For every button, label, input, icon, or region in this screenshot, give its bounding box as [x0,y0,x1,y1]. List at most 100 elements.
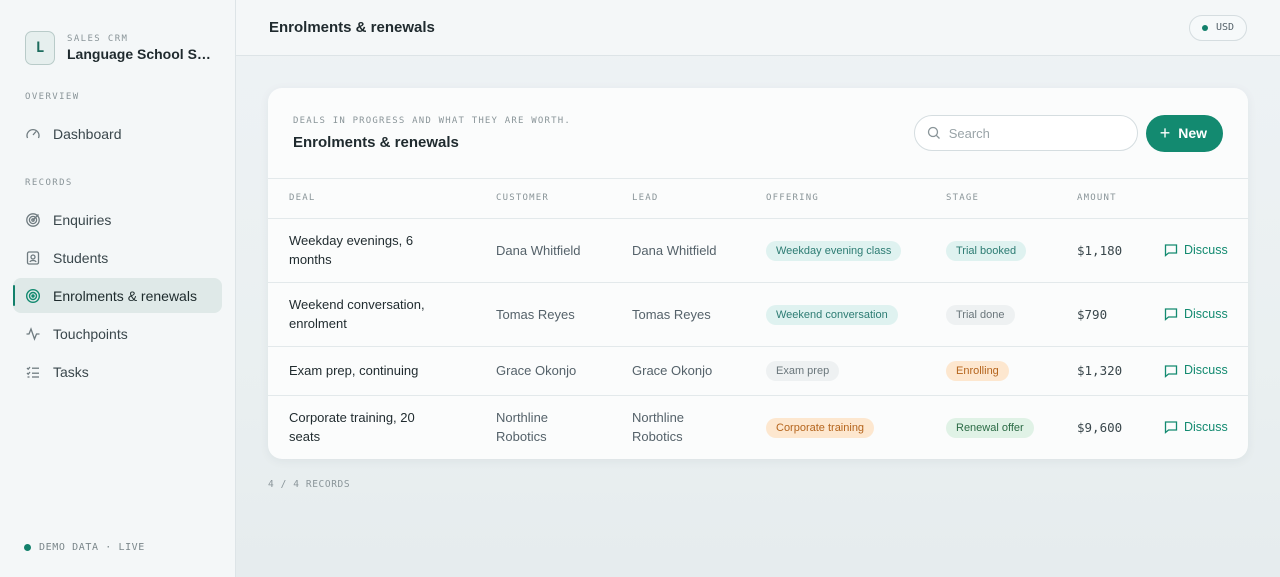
comment-icon [1164,364,1178,378]
stage-cell: Renewal offer [946,395,1077,459]
column-header-stage[interactable]: STAGE [946,179,1077,219]
customer-cell: Tomas Reyes [496,282,632,347]
card-actions: + New [913,114,1223,152]
table-row[interactable]: Weekday evenings, 6 months Dana Whitfiel… [268,218,1248,283]
column-header-actions [1164,179,1248,219]
brand-kicker: SALES CRM [67,34,129,44]
sidebar-item-label: Dashboard [53,125,122,142]
stage-badge: Enrolling [946,361,1009,381]
offering-cell: Weekday evening class [766,218,946,283]
new-button-label: New [1178,125,1207,141]
nav-section-records: RECORDS [25,178,73,188]
sidebar-item-touchpoints[interactable]: Touchpoints [13,316,222,351]
column-header-lead[interactable]: LEAD [632,179,766,219]
deal-name: Weekend conversation, enrolment [289,297,425,331]
deal-cell[interactable]: Weekend conversation, enrolment [268,282,496,347]
sidebar-item-label: Enrolments & renewals [53,287,197,304]
column-header-offering[interactable]: OFFERING [766,179,946,219]
activity-icon [25,326,41,342]
sidebar-item-label: Students [53,249,109,266]
amount-cell: $1,180 [1077,218,1164,283]
table-row[interactable]: Corporate training, 20 seats Northline R… [268,395,1248,459]
deal-name: Weekday evenings, 6 months [289,233,414,267]
amount-cell: $9,600 [1077,419,1123,435]
customer-name: Northline Robotics [496,410,549,445]
discuss-label: Discuss [1184,242,1228,257]
actions-cell: Discuss [1164,395,1248,459]
deals-table: DEAL CUSTOMER LEAD OFFERING STAGE AMOUNT… [268,179,1248,459]
column-header-amount[interactable]: AMOUNT [1077,179,1164,219]
deal-name: Corporate training, 20 seats [289,410,415,445]
nav-section-overview: OVERVIEW [25,92,80,102]
discuss-button[interactable]: Discuss [1164,361,1248,380]
sidebar-item-label: Touchpoints [53,325,128,342]
lead-name: Northline Robotics [632,410,685,445]
sidebar-item-students[interactable]: Students [13,240,222,275]
discuss-button[interactable]: Discuss [1164,305,1248,324]
table-header-row: DEAL CUSTOMER LEAD OFFERING STAGE AMOUNT [268,179,1248,219]
currency-dot [1201,24,1208,31]
discuss-button[interactable]: Discuss [1164,241,1248,260]
target-icon [25,212,41,228]
stage-cell: Enrolling [946,346,1077,396]
table-row[interactable]: Exam prep, continuing Grace Okonjo Grace… [268,346,1248,396]
table-row[interactable]: Weekend conversation, enrolment Tomas Re… [268,282,1248,347]
stage-badge: Renewal offer [946,417,1034,438]
search-input[interactable] [948,125,1119,141]
discuss-button[interactable]: Discuss [1164,418,1248,437]
brand-name: Language School Sal… [67,46,213,62]
amount-cell: $1,320 [1077,346,1164,396]
currency-selector[interactable]: USD [1188,14,1247,41]
sidebar-item-label: Enquiries [53,211,112,228]
bullseye-icon [25,288,41,304]
currency-label: USD [1215,22,1234,33]
comment-icon [1164,243,1178,257]
deals-card: DEALS IN PROGRESS AND WHAT THEY ARE WORT… [268,88,1248,459]
customer-cell: Northline Robotics [496,395,632,459]
app: L SALES CRM Language School Sal… OVERVIE… [0,0,1280,577]
column-header-customer[interactable]: CUSTOMER [496,179,632,219]
page-title: Enrolments & renewals [269,19,435,36]
lead-cell: Tomas Reyes [632,282,766,347]
plus-icon: + [1159,123,1171,143]
sidebar-item-enquiries[interactable]: Enquiries [13,202,222,237]
sidebar-item-dashboard[interactable]: Dashboard [13,116,222,151]
lead-cell: Dana Whitfield [632,218,766,283]
stage-badge: Trial done [946,304,1015,325]
new-deal-button[interactable]: + New [1145,114,1223,152]
offering-pill: Corporate training [766,417,875,438]
actions-cell: Discuss [1164,346,1248,396]
checklist-icon [25,364,41,380]
gauge-icon [25,126,41,142]
brand-text: SALES CRM Language School Sal… [67,34,213,62]
stage-badge: Trial booked [946,240,1027,261]
topbar: Enrolments & renewals USD [236,0,1280,56]
records-count: 4 / 4 RECORDS [268,479,351,490]
offering-pill: Weekend conversation [766,304,898,325]
sidebar-footer: DEMO DATA · LIVE [24,542,145,553]
sidebar: L SALES CRM Language School Sal… OVERVIE… [0,0,236,577]
footer-label: DEMO DATA · LIVE [39,542,145,553]
sidebar-item-label: Tasks [53,363,89,380]
offering-pill: Weekday evening class [766,240,902,261]
offering-cell: Corporate training [766,395,946,459]
search-icon [927,126,941,140]
card-header: DEALS IN PROGRESS AND WHAT THEY ARE WORT… [268,88,1248,179]
brand-logo: L [25,31,55,65]
discuss-label: Discuss [1184,306,1228,321]
contact-card-icon [25,250,41,266]
deal-cell[interactable]: Weekday evenings, 6 months [268,218,496,283]
search-box[interactable] [913,115,1138,151]
column-header-deal[interactable]: DEAL [268,179,496,219]
brand: L SALES CRM Language School Sal… [13,0,222,96]
live-status-dot [24,544,31,551]
deal-cell[interactable]: Exam prep, continuing [268,346,496,396]
stage-cell: Trial done [946,282,1077,347]
deal-cell[interactable]: Corporate training, 20 seats [268,395,496,459]
sidebar-item-enrolments-renewals[interactable]: Enrolments & renewals [13,278,222,313]
lead-cell: Grace Okonjo [632,346,766,396]
comment-icon [1164,420,1178,435]
customer-cell: Grace Okonjo [496,346,632,396]
deal-name: Exam prep, continuing [289,363,419,378]
sidebar-item-tasks[interactable]: Tasks [13,354,222,389]
